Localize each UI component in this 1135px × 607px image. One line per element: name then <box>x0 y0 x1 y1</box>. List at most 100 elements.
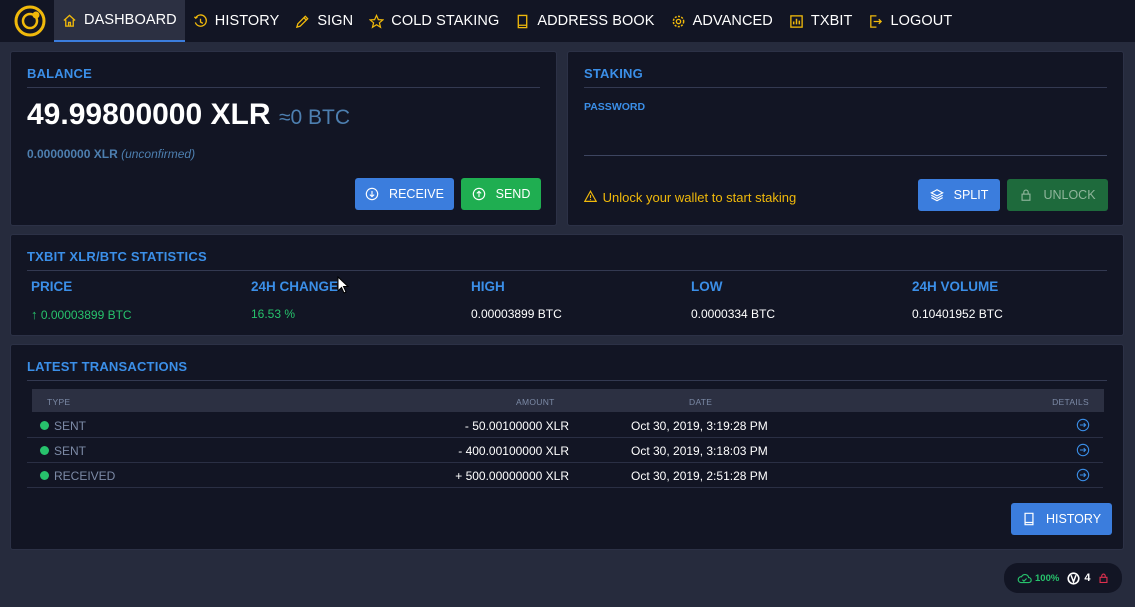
password-label: PASSWORD <box>584 101 646 113</box>
tx-date: Oct 30, 2019, 3:18:03 PM <box>631 444 768 458</box>
upload-circle-icon <box>472 187 485 201</box>
network-icon <box>1067 571 1080 585</box>
tx-type: SENT <box>54 419 87 433</box>
transactions-panel: LATEST TRANSACTIONS TYPE AMOUNT DATE DET… <box>10 344 1124 550</box>
nav-address-book[interactable]: ADDRESS BOOK <box>507 0 662 42</box>
receive-button[interactable]: RECEIVE <box>355 178 454 210</box>
peer-count: 4 <box>1084 572 1091 584</box>
nav-history[interactable]: HISTORY <box>185 0 288 42</box>
cloud-check-icon <box>1017 574 1032 584</box>
password-input[interactable] <box>584 122 1107 156</box>
nav-dashboard[interactable]: DASHBOARD <box>54 0 185 42</box>
nav-logout-label: LOGOUT <box>890 13 953 29</box>
header-details: DETAILS <box>1052 397 1089 407</box>
chart-icon <box>790 14 803 28</box>
warning-icon <box>583 190 598 202</box>
top-nav: DASHBOARD HISTORY SIGN COLD STAKING ADDR… <box>0 0 1135 42</box>
tx-type: SENT <box>54 444 87 458</box>
mouse-cursor-icon <box>337 276 349 294</box>
stats-panel: TXBIT XLR/BTC STATISTICS PRICE ↑ 0.00003… <box>10 234 1124 336</box>
history-icon <box>193 13 207 27</box>
staking-warning-text: Unlock your wallet to start staking <box>602 190 797 205</box>
unconfirmed-label: (unconfirmed) <box>121 147 196 161</box>
stat-change-value: 16.53 % <box>251 307 296 321</box>
unlock-button[interactable]: UNLOCK <box>1007 179 1108 211</box>
nav-cold-staking[interactable]: COLD STAKING <box>361 0 507 42</box>
logout-icon <box>870 14 883 28</box>
stat-high-value: 0.00003899 BTC <box>471 307 562 321</box>
tx-amount: - 50.00100000 XLR <box>464 419 569 433</box>
history-label: HISTORY <box>1045 512 1102 526</box>
balance-amount-line: 49.99800000 XLR ≈0 BTC <box>27 98 350 132</box>
table-row: SENT - 50.00100000 XLR Oct 30, 2019, 3:1… <box>27 413 1103 438</box>
stat-price-value: ↑ 0.00003899 BTC <box>31 307 132 322</box>
tx-amount: - 400.00100000 XLR <box>458 444 569 458</box>
balance-panel: BALANCE 49.99800000 XLR ≈0 BTC 0.0000000… <box>10 51 557 226</box>
balance-amount: 49.99800000 XLR <box>27 98 271 131</box>
staking-panel: STAKING PASSWORD Unlock your wallet to s… <box>567 51 1124 226</box>
stat-low-value: 0.0000334 BTC <box>691 307 776 321</box>
nav-sign-label: SIGN <box>317 13 354 29</box>
tx-type: RECEIVED <box>54 469 116 483</box>
stat-volume-value: 0.10401952 BTC <box>912 307 1003 321</box>
table-header: TYPE AMOUNT DATE DETAILS <box>32 389 1104 412</box>
status-dot <box>40 446 49 455</box>
stat-high-label: HIGH <box>471 279 505 294</box>
arrow-right-circle-icon[interactable] <box>1076 418 1090 432</box>
header-date: DATE <box>689 397 713 407</box>
lock-icon[interactable] <box>1098 572 1109 584</box>
tx-amount: + 500.00000000 XLR <box>455 469 569 483</box>
stat-volume-label: 24H VOLUME <box>912 279 999 294</box>
arrow-up-icon: ↑ <box>31 307 38 322</box>
divider <box>27 380 1107 381</box>
book-icon <box>517 14 528 28</box>
stats-title: TXBIT XLR/BTC STATISTICS <box>27 249 207 264</box>
tx-date: Oct 30, 2019, 2:51:28 PM <box>631 469 768 483</box>
pencil-icon <box>296 14 309 28</box>
stat-change-label: 24H CHANGE <box>251 279 339 294</box>
divider <box>27 87 540 88</box>
nav-advanced[interactable]: ADVANCED <box>663 0 781 42</box>
split-button[interactable]: SPLIT <box>918 179 1000 211</box>
nav-address-book-label: ADDRESS BOOK <box>537 13 655 29</box>
nav-advanced-label: ADVANCED <box>692 13 773 29</box>
staking-warning: Unlock your wallet to start staking <box>583 190 797 205</box>
header-type: TYPE <box>47 397 71 407</box>
download-circle-icon <box>365 187 379 201</box>
unconfirmed-line: 0.00000000 XLR (unconfirmed) <box>27 147 195 161</box>
stat-price-label: PRICE <box>31 279 73 294</box>
nav-logout[interactable]: LOGOUT <box>860 0 960 42</box>
arrow-right-circle-icon[interactable] <box>1076 468 1090 482</box>
gear-icon <box>672 15 684 27</box>
balance-title: BALANCE <box>27 66 92 81</box>
send-button[interactable]: SEND <box>461 178 541 210</box>
nav-sign[interactable]: SIGN <box>287 0 361 42</box>
divider <box>27 270 1107 271</box>
book-icon <box>1024 512 1034 526</box>
unlock-label: UNLOCK <box>1043 188 1096 202</box>
nav-cold-staking-label: COLD STAKING <box>391 13 500 29</box>
arrow-right-circle-icon[interactable] <box>1076 443 1090 457</box>
home-icon <box>63 13 76 27</box>
split-label: SPLIT <box>953 188 989 202</box>
app-logo-icon[interactable] <box>14 5 46 37</box>
table-row: RECEIVED + 500.00000000 XLR Oct 30, 2019… <box>27 463 1103 488</box>
header-amount: AMOUNT <box>516 397 555 407</box>
stat-low-label: LOW <box>691 279 723 294</box>
divider <box>584 87 1107 88</box>
status-dot <box>40 471 49 480</box>
receive-label: RECEIVE <box>389 187 444 201</box>
transactions-title: LATEST TRANSACTIONS <box>27 359 188 374</box>
tx-date: Oct 30, 2019, 3:19:28 PM <box>631 419 768 433</box>
nav-history-label: HISTORY <box>214 13 280 29</box>
status-dot <box>40 421 49 430</box>
unconfirmed-amount: 0.00000000 XLR <box>27 147 118 161</box>
send-label: SEND <box>495 187 531 201</box>
lock-icon <box>1021 189 1031 201</box>
staking-title: STAKING <box>584 66 643 81</box>
star-icon <box>369 13 385 29</box>
nav-dashboard-label: DASHBOARD <box>84 12 177 28</box>
history-button[interactable]: HISTORY <box>1011 503 1112 535</box>
nav-txbit[interactable]: TXBIT <box>781 0 861 42</box>
balance-btc: ≈0 BTC <box>278 106 351 129</box>
